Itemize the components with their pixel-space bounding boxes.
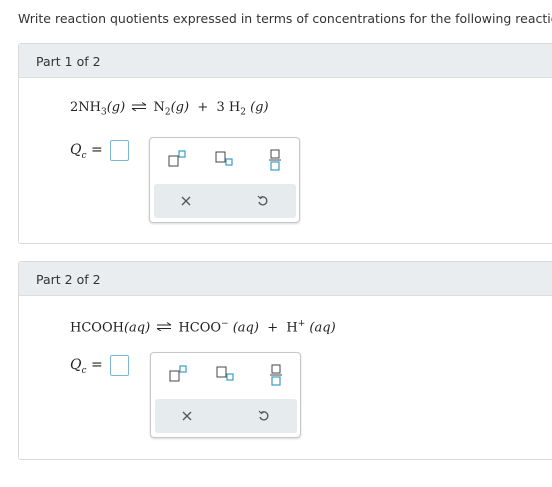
- eq-plus: +: [267, 320, 279, 336]
- qc-symbol: Q: [70, 142, 82, 158]
- eq-reactant: 2NH: [70, 100, 101, 115]
- undo-icon[interactable]: [258, 410, 270, 422]
- qc-subscript: c: [81, 150, 87, 161]
- part-1-title: Part 1 of 2: [36, 54, 101, 69]
- superscript-icon[interactable]: [168, 150, 186, 168]
- eq-product2-state: (g): [250, 100, 269, 115]
- qc-symbol: Q: [70, 357, 82, 373]
- eq-reactant-state: (aq): [123, 320, 151, 336]
- eq-product1-charge: −: [221, 319, 229, 329]
- part-2-header: Part 2 of 2: [19, 262, 552, 296]
- instructions: Write reaction quotients expressed in te…: [18, 11, 552, 26]
- qc-subscript: c: [81, 365, 87, 376]
- eq-product2-sub: 2: [240, 107, 246, 118]
- eq-product1: N: [153, 100, 165, 115]
- clear-icon[interactable]: [182, 411, 192, 421]
- part-1-math-toolbar: [149, 137, 300, 223]
- eq-product2: 3 H: [216, 100, 241, 115]
- part-1-header: Part 1 of 2: [19, 44, 552, 78]
- eq-product2: H: [286, 320, 298, 336]
- equals-sign: =: [90, 357, 103, 373]
- part-1-panel: Part 1 of 2 2NH3(g) N2(g) + 3 H2 (g) Qc …: [18, 43, 552, 244]
- fraction-icon[interactable]: [269, 149, 281, 171]
- eq-product1-state: (g): [170, 100, 190, 115]
- eq-reactant-state: (g): [106, 100, 126, 115]
- equilibrium-arrow-icon: [156, 320, 172, 335]
- subscript-icon[interactable]: [215, 150, 233, 168]
- toolbar-action-row: [155, 399, 297, 433]
- part-1-answer-input[interactable]: [110, 140, 129, 161]
- clear-icon[interactable]: [181, 196, 191, 206]
- equals-sign: =: [90, 142, 103, 158]
- eq-plus: +: [197, 100, 209, 115]
- superscript-icon[interactable]: [169, 365, 187, 383]
- subscript-icon[interactable]: [216, 365, 234, 383]
- undo-icon[interactable]: [257, 195, 269, 207]
- part-2-equation: HCOOH(aq) HCOO− (aq) + H+ (aq): [70, 319, 336, 335]
- part-2-title: Part 2 of 2: [36, 272, 101, 287]
- part-1-equation: 2NH3(g) N2(g) + 3 H2 (g): [70, 100, 269, 118]
- part-2-math-toolbar: [150, 352, 301, 438]
- eq-product2-state: (aq): [309, 320, 336, 336]
- eq-product1: HCOO: [178, 320, 222, 336]
- fraction-icon[interactable]: [270, 364, 282, 386]
- part-1-qc-label: Qc =: [70, 142, 103, 161]
- equilibrium-arrow-icon: [131, 100, 147, 115]
- part-2-panel: Part 2 of 2 HCOOH(aq) HCOO− (aq) + H+ (a…: [18, 261, 552, 460]
- part-2-qc-label: Qc =: [70, 357, 103, 376]
- eq-product2-charge: +: [297, 319, 306, 329]
- eq-product1-state: (aq): [232, 320, 259, 336]
- toolbar-action-row: [154, 184, 296, 218]
- eq-reactant: HCOOH: [70, 320, 124, 336]
- part-2-answer-input[interactable]: [110, 355, 129, 376]
